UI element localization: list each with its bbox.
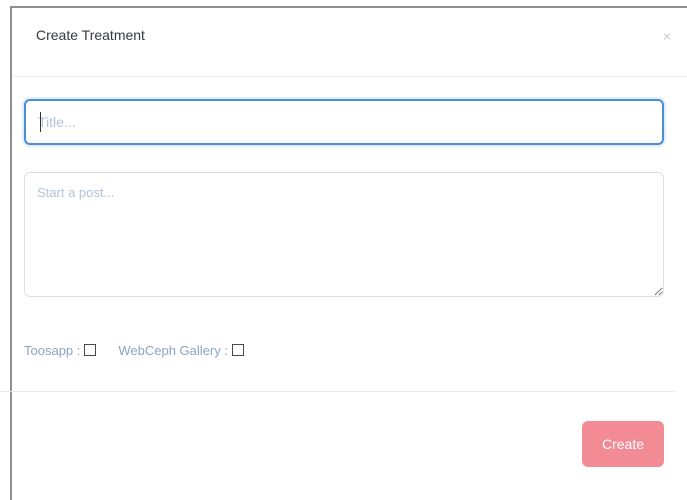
- modal-header: Create Treatment ×: [12, 8, 687, 77]
- footer-divider: [0, 391, 675, 392]
- webceph-gallery-checkbox[interactable]: [231, 344, 244, 356]
- title-input[interactable]: [24, 99, 664, 145]
- toosapp-label: Toosapp :: [24, 342, 81, 358]
- webceph-gallery-option: WebCeph Gallery :: [118, 343, 244, 358]
- modal-title: Create Treatment: [36, 27, 145, 43]
- toosapp-checkbox[interactable]: [84, 344, 97, 356]
- webceph-gallery-label: WebCeph Gallery :: [118, 342, 228, 358]
- close-icon: ×: [662, 28, 672, 44]
- create-button[interactable]: Create: [582, 421, 664, 467]
- post-textarea[interactable]: [24, 172, 664, 297]
- toosapp-option: Toosapp :: [24, 342, 97, 358]
- close-button[interactable]: ×: [657, 26, 677, 46]
- text-cursor: [40, 112, 41, 132]
- publish-options: Toosapp : WebCeph Gallery :: [24, 340, 266, 360]
